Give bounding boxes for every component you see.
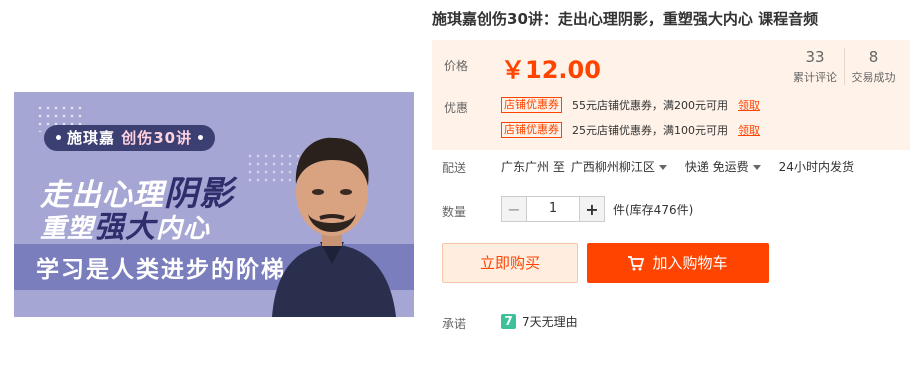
coupon-desc: 25元店铺优惠券，满100元可用 [572, 124, 728, 137]
cart-icon [628, 256, 645, 271]
coupon-item: 店铺优惠券 25元店铺优惠券，满100元可用 领取 [501, 122, 760, 138]
add-to-cart-label: 加入购物车 [652, 254, 728, 272]
buy-now-button[interactable]: 立即购买 [442, 243, 578, 283]
coupon-tag: 店铺优惠券 [501, 97, 562, 113]
promise-label: 承诺 [442, 317, 467, 331]
coupon-item: 店铺优惠券 55元店铺优惠券，满200元可用 领取 [501, 97, 760, 113]
stat-transactions-label: 交易成功 [851, 71, 896, 84]
seven-day-return-badge: 7 [501, 314, 516, 329]
shipping-row: 广东广州 至 广西柳州柳江区 快递 免运费 24小时内发货 [501, 158, 860, 175]
quantity-input[interactable]: 1 [527, 196, 579, 222]
add-to-cart-button[interactable]: 加入购物车 [587, 243, 769, 283]
chevron-down-icon [658, 165, 667, 170]
banner-series-pill: 施琪嘉 创伤30讲 [44, 125, 216, 151]
ship-to-selector[interactable]: 广西柳州柳江区 [571, 158, 679, 175]
banner-headline-2-text: 重塑 [40, 214, 95, 244]
price-panel: 价格 ￥12.00 33 累计评论 8 交易成功 优惠 店铺优惠券 55元店铺优… [432, 40, 910, 150]
shipping-label: 配送 [442, 161, 467, 175]
coupon-label: 优惠 [444, 101, 469, 115]
product-banner-image: 施琪嘉 创伤30讲 走出心理阴影 重塑强大内心 学习是人类进步的阶梯 [14, 92, 414, 317]
increase-quantity-button[interactable]: + [579, 196, 605, 222]
stock-info: 件(库存476件) [613, 202, 694, 217]
banner-headline-2: 重塑强大内心 [40, 202, 210, 246]
stat-reviews-count: 33 [805, 48, 825, 66]
banner-series: 创伤30讲 [121, 129, 193, 147]
decrease-quantity-button[interactable]: − [501, 196, 527, 222]
stat-reviews[interactable]: 33 累计评论 [786, 48, 844, 85]
banner-headline-2-accent: 强大 [94, 210, 157, 245]
quantity-label: 数量 [442, 205, 467, 219]
ship-from: 广东广州 至 [501, 160, 565, 174]
product-title: 施琪嘉创伤30讲：走出心理阴影，重塑强大内心 课程音频 [432, 10, 819, 28]
author-portrait-illustration [272, 137, 396, 317]
coupon-tag: 店铺优惠券 [501, 122, 562, 138]
price-value: ￥12.00 [501, 56, 601, 84]
banner-slogan: 学习是人类进步的阶梯 [36, 257, 286, 283]
chevron-down-icon [752, 165, 761, 170]
stats-group: 33 累计评论 8 交易成功 [786, 48, 902, 85]
stat-transactions-count: 8 [868, 48, 879, 66]
ship-method-text: 快递 免运费 [684, 160, 749, 174]
ship-method-selector[interactable]: 快递 免运费 [685, 158, 773, 175]
promise-row: 7 7天无理由 [501, 313, 578, 330]
claim-coupon-link[interactable]: 领取 [738, 122, 760, 138]
price-label: 价格 [444, 59, 469, 73]
banner-headline-2-text-end: 内心 [156, 214, 211, 244]
banner-author: 施琪嘉 [67, 129, 116, 147]
stat-transactions[interactable]: 8 交易成功 [844, 48, 902, 85]
ship-to-text: 广西柳州柳江区 [570, 160, 655, 174]
promise-text[interactable]: 7天无理由 [522, 313, 578, 330]
coupon-desc: 55元店铺优惠券，满200元可用 [572, 99, 728, 112]
quantity-stepper: − 1 + 件(库存476件) [501, 196, 693, 222]
claim-coupon-link[interactable]: 领取 [738, 97, 760, 113]
stat-reviews-label: 累计评论 [793, 71, 837, 84]
ship-eta: 24小时内发货 [778, 160, 854, 174]
